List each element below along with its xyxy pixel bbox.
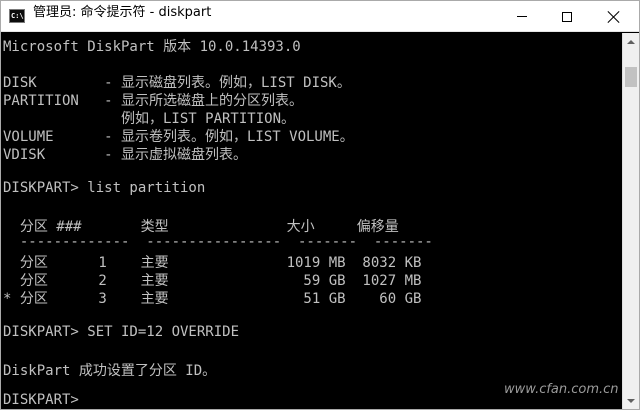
window-title: 管理员: 命令提示符 - diskpart (33, 5, 212, 20)
scrollbar-thumb[interactable] (625, 67, 637, 87)
scroll-up-button[interactable] (623, 33, 639, 50)
scroll-down-button[interactable] (623, 392, 639, 409)
console-line: 分区 ### 类型 大小 偏移量 (3, 219, 399, 235)
close-button[interactable] (589, 1, 639, 32)
console-line: DISKPART> SET ID=12 OVERRIDE (3, 324, 240, 340)
vertical-scrollbar[interactable] (622, 33, 639, 409)
console-line: VDISK - 显示虚拟磁盘列表。 (3, 147, 248, 163)
console-line: PARTITION - 显示所选磁盘上的分区列表。 (3, 93, 304, 109)
minimize-icon (516, 16, 527, 17)
scroll-up-arrow-icon (627, 39, 635, 44)
minimize-button[interactable] (499, 1, 544, 32)
close-icon (608, 11, 620, 23)
console-line: Microsoft DiskPart 版本 10.0.14393.0 (3, 39, 301, 55)
console-line: DiskPart 成功设置了分区 ID。 (3, 363, 217, 379)
title-bar[interactable]: C:\. 管理员: 命令提示符 - diskpart (1, 1, 639, 32)
console-line: 分区 2 主要 59 GB 1027 MB (3, 273, 422, 289)
console-line: 例如，LIST PARTITION。 (3, 111, 296, 127)
maximize-button[interactable] (544, 1, 589, 32)
console-prompt[interactable]: DISKPART> (3, 392, 79, 409)
cmd-icon[interactable]: C:\. (9, 9, 28, 23)
console-line: ------------- ---------------- ------- -… (3, 234, 433, 250)
console-line: * 分区 3 主要 51 GB 60 GB (3, 291, 422, 307)
console-line: 分区 1 主要 1019 MB 8032 KB (3, 255, 422, 271)
watermark: www.cfan.com.cn (504, 382, 619, 397)
console-line: DISK - 显示磁盘列表。例如，LIST DISK。 (3, 75, 351, 91)
maximize-icon (561, 11, 572, 22)
console-output[interactable]: Microsoft DiskPart 版本 10.0.14393.0 DISK … (1, 33, 622, 409)
console-window: C:\. 管理员: 命令提示符 - diskpart Microsoft Dis… (0, 0, 640, 410)
scroll-down-arrow-icon (627, 398, 635, 403)
console-line: VOLUME - 显示卷列表。例如，LIST VOLUME。 (3, 129, 354, 145)
console-line: DISKPART> list partition (3, 180, 206, 196)
